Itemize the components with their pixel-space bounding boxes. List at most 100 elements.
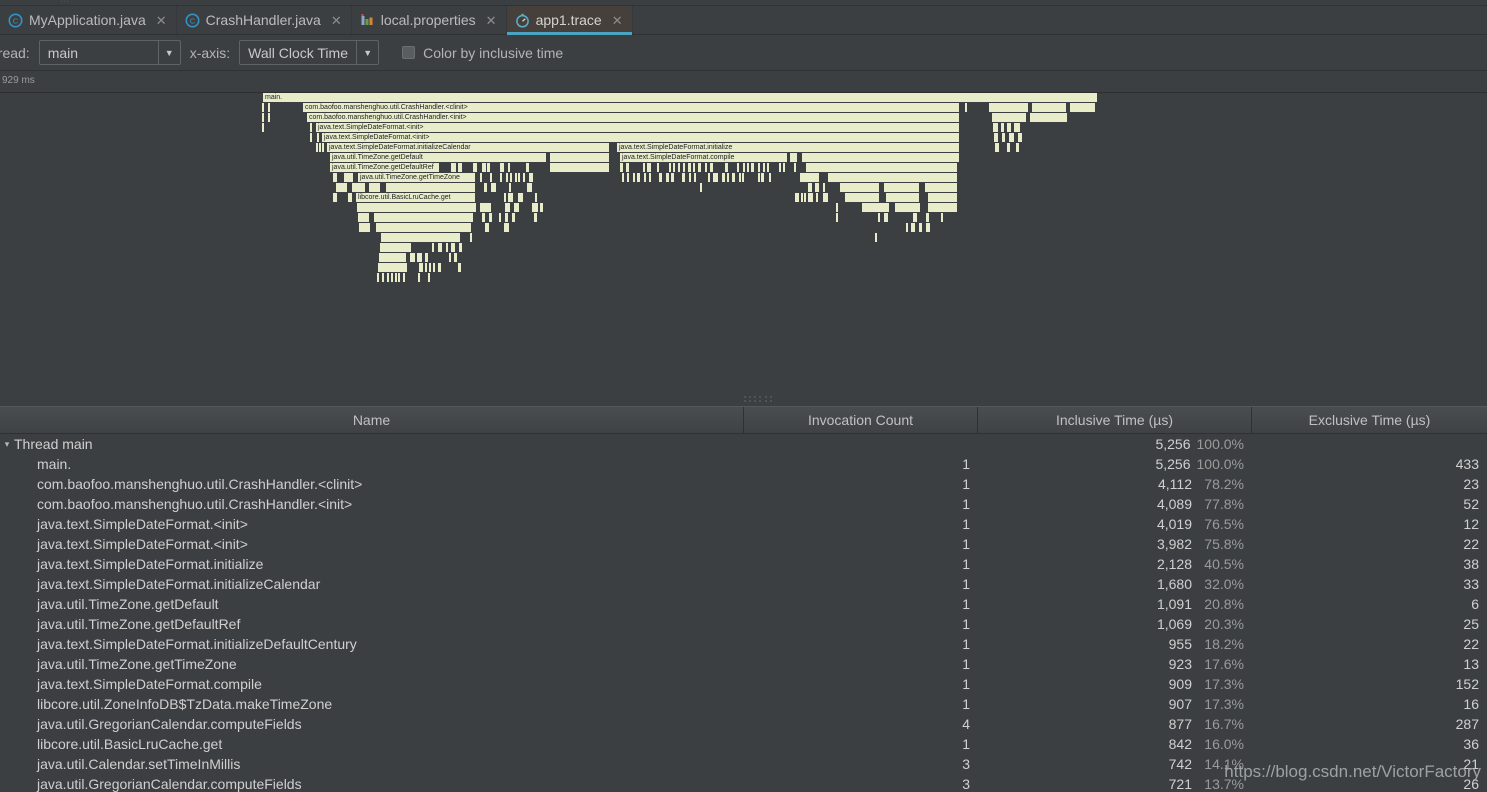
flame-node[interactable] — [470, 233, 473, 242]
flame-node[interactable] — [514, 203, 521, 212]
flame-node[interactable] — [808, 193, 815, 202]
flame-node[interactable] — [352, 183, 366, 192]
flame-node[interactable] — [698, 163, 703, 172]
flame-node[interactable] — [322, 143, 325, 152]
flame-node[interactable] — [431, 243, 436, 252]
flame-node[interactable] — [925, 183, 958, 192]
flame-node[interactable] — [769, 173, 773, 182]
expand-triangle-icon[interactable]: ▾ — [0, 439, 14, 449]
flame-node[interactable] — [758, 163, 762, 172]
flame-node[interactable] — [438, 263, 442, 272]
flame-node[interactable] — [647, 163, 652, 172]
table-row[interactable]: java.text.SimpleDateFormat.<init> 1 3,982 7… — [0, 534, 1487, 554]
flame-node[interactable] — [742, 173, 746, 182]
flame-node[interactable] — [387, 273, 391, 282]
flame-node[interactable] — [310, 133, 313, 142]
flame-node[interactable] — [487, 163, 491, 172]
xaxis-select[interactable]: Wall Clock Time ▼ — [239, 40, 380, 65]
flame-node[interactable] — [668, 163, 672, 172]
flame-node[interactable] — [369, 183, 381, 192]
flame-node-labeled[interactable]: java.text.SimpleDateFormat.initializeCal… — [327, 143, 610, 152]
flame-node[interactable] — [688, 163, 692, 172]
flame-node[interactable] — [913, 213, 919, 222]
panel-splitter[interactable] — [0, 393, 1487, 406]
flame-node[interactable] — [358, 213, 370, 222]
flame-node[interactable] — [1007, 143, 1011, 152]
flame-node[interactable] — [514, 173, 518, 182]
flame-node[interactable] — [378, 263, 408, 272]
flame-node[interactable] — [905, 223, 909, 232]
flame-node-labeled[interactable]: java.text.SimpleDateFormat.initialize — [617, 143, 960, 152]
flame-node[interactable] — [790, 153, 798, 162]
flame-node[interactable] — [627, 173, 631, 182]
flame-node[interactable] — [333, 173, 338, 182]
flame-node[interactable] — [1030, 113, 1068, 122]
flame-node[interactable] — [793, 163, 797, 172]
table-row[interactable]: java.util.TimeZone.getDefaultRef 1 1,069 20… — [0, 614, 1487, 634]
flame-node[interactable] — [928, 193, 958, 202]
flame-node[interactable] — [262, 123, 265, 132]
flame-node[interactable] — [925, 213, 931, 222]
splitter-grip-icon[interactable] — [744, 396, 774, 403]
flame-node[interactable] — [1009, 133, 1015, 142]
flame-node[interactable] — [941, 213, 945, 222]
column-header-exclusive-time[interactable]: Exclusive Time (µs) — [1252, 407, 1487, 433]
flame-node[interactable] — [451, 163, 457, 172]
flame-node[interactable] — [928, 203, 958, 212]
flame-node[interactable] — [336, 183, 348, 192]
flame-node[interactable] — [621, 173, 625, 182]
flame-node[interactable] — [480, 173, 483, 182]
flame-node-labeled[interactable]: main. — [263, 93, 1098, 102]
flame-node[interactable] — [814, 183, 821, 192]
flame-node[interactable] — [550, 163, 610, 172]
flame-node[interactable] — [505, 173, 509, 182]
flame-node[interactable] — [742, 163, 747, 172]
flame-node[interactable] — [532, 203, 540, 212]
flame-node[interactable] — [994, 133, 999, 142]
flame-node-labeled[interactable]: java.util.TimeZone.getDefault — [330, 153, 547, 162]
flame-node[interactable] — [454, 253, 459, 262]
flame-node[interactable] — [886, 193, 920, 202]
flame-node[interactable] — [1032, 103, 1067, 112]
flame-node[interactable] — [1002, 133, 1006, 142]
flame-node[interactable] — [836, 203, 839, 212]
flame-node[interactable] — [344, 173, 354, 182]
flame-node[interactable] — [428, 273, 431, 282]
flame-node-labeled[interactable]: com.baofoo.manshenghuo.util.CrashHandler… — [303, 103, 960, 112]
flame-node[interactable] — [726, 173, 731, 182]
flame-node[interactable] — [508, 183, 512, 192]
chevron-down-icon[interactable]: ▼ — [157, 41, 180, 64]
flame-node[interactable] — [709, 163, 714, 172]
table-row[interactable]: java.util.GregorianCalendar.computeField… — [0, 774, 1487, 792]
flame-node[interactable] — [677, 163, 681, 172]
flame-node[interactable] — [670, 173, 676, 182]
flame-node[interactable] — [262, 113, 265, 122]
table-row[interactable]: java.text.SimpleDateFormat.initializeCal… — [0, 574, 1487, 594]
flame-node[interactable] — [505, 203, 512, 212]
flame-node[interactable] — [828, 173, 958, 182]
flame-node[interactable] — [895, 203, 921, 212]
flame-node[interactable] — [484, 223, 490, 232]
flame-node[interactable] — [504, 213, 510, 222]
flame-node[interactable] — [499, 173, 503, 182]
flame-node[interactable] — [416, 253, 424, 262]
column-header-invocation-count[interactable]: Invocation Count — [744, 407, 978, 433]
flame-node[interactable] — [534, 213, 539, 222]
flame-node[interactable] — [688, 173, 692, 182]
flame-node[interactable] — [700, 183, 703, 192]
flame-node[interactable] — [450, 243, 457, 252]
flame-node[interactable] — [310, 123, 313, 132]
flame-node[interactable] — [884, 213, 889, 222]
flame-node[interactable] — [666, 173, 670, 182]
table-row[interactable]: java.util.GregorianCalendar.computeField… — [0, 714, 1487, 734]
flame-node[interactable] — [992, 113, 1027, 122]
close-icon[interactable]: ✕ — [612, 14, 623, 27]
flame-node[interactable] — [376, 223, 472, 232]
flame-node[interactable] — [783, 163, 787, 172]
flame-node[interactable] — [433, 263, 437, 272]
flame-node[interactable] — [410, 253, 416, 262]
flame-node[interactable] — [357, 203, 477, 212]
flame-node[interactable] — [480, 203, 492, 212]
flame-node[interactable] — [523, 173, 527, 182]
flame-node[interactable] — [386, 183, 476, 192]
